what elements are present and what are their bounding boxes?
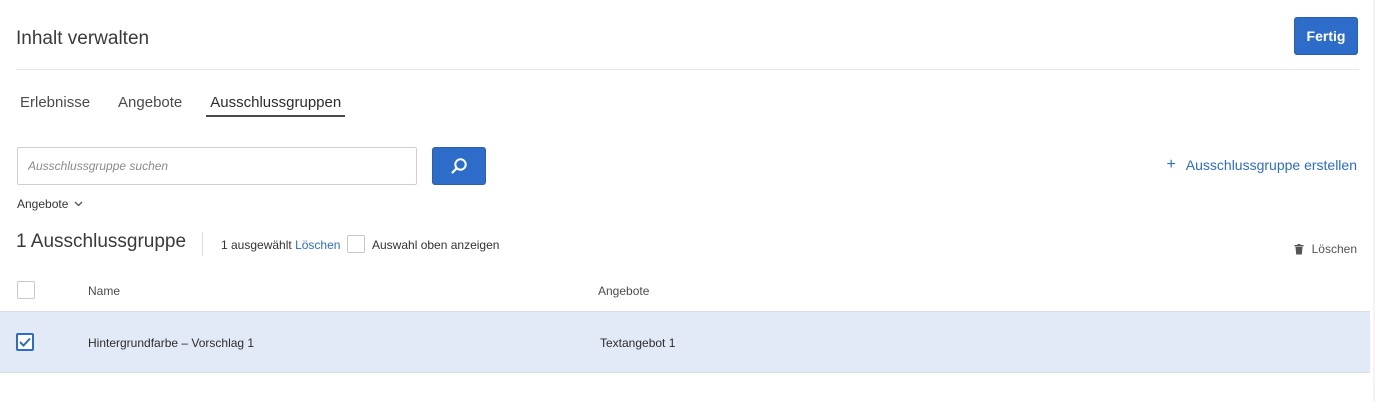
page-title: Inhalt verwalten	[16, 28, 150, 49]
delete-label: Löschen	[1311, 242, 1357, 256]
show-selected-checkbox[interactable]	[347, 235, 365, 253]
column-header-name[interactable]: Name	[88, 284, 120, 298]
selection-summary: 1 ausgewählt Löschen	[221, 238, 340, 252]
result-count: 1 Ausschlussgruppe	[16, 231, 187, 252]
search-icon	[451, 158, 467, 174]
create-label: Ausschlussgruppe erstellen	[1185, 157, 1357, 173]
row-name[interactable]: Hintergrundfarbe – Vorschlag 1	[88, 336, 254, 350]
column-header-offers[interactable]: Angebote	[598, 284, 649, 298]
delete-selected-link[interactable]: Löschen	[295, 238, 340, 252]
select-all-checkbox[interactable]	[17, 281, 35, 299]
show-selected-label: Auswahl oben anzeigen	[372, 238, 500, 252]
tab-offers[interactable]: Angebote	[118, 94, 182, 117]
check-icon	[19, 337, 31, 347]
count-divider	[202, 232, 203, 256]
row-checkbox[interactable]	[16, 333, 34, 351]
tab-experiences[interactable]: Erlebnisse	[20, 94, 90, 117]
offers-filter-dropdown[interactable]: Angebote	[17, 197, 83, 211]
filter-label: Angebote	[17, 197, 69, 211]
delete-button[interactable]: Löschen	[1294, 242, 1357, 256]
search-input[interactable]	[17, 147, 417, 185]
header-divider	[16, 69, 1359, 70]
plus-icon: +	[1166, 156, 1176, 173]
selected-count: 1 ausgewählt	[221, 238, 292, 252]
tab-exclusion-groups[interactable]: Ausschlussgruppen	[206, 94, 346, 117]
create-exclusion-group-link[interactable]: + Ausschlussgruppe erstellen	[1166, 156, 1357, 174]
tab-bar: Erlebnisse Angebote Ausschlussgruppen	[20, 94, 373, 117]
search-button[interactable]	[432, 147, 486, 185]
trash-icon	[1294, 243, 1304, 254]
row-offers: Textangebot 1	[600, 336, 676, 350]
chevron-down-icon	[74, 199, 83, 210]
done-button[interactable]: Fertig	[1294, 17, 1358, 55]
